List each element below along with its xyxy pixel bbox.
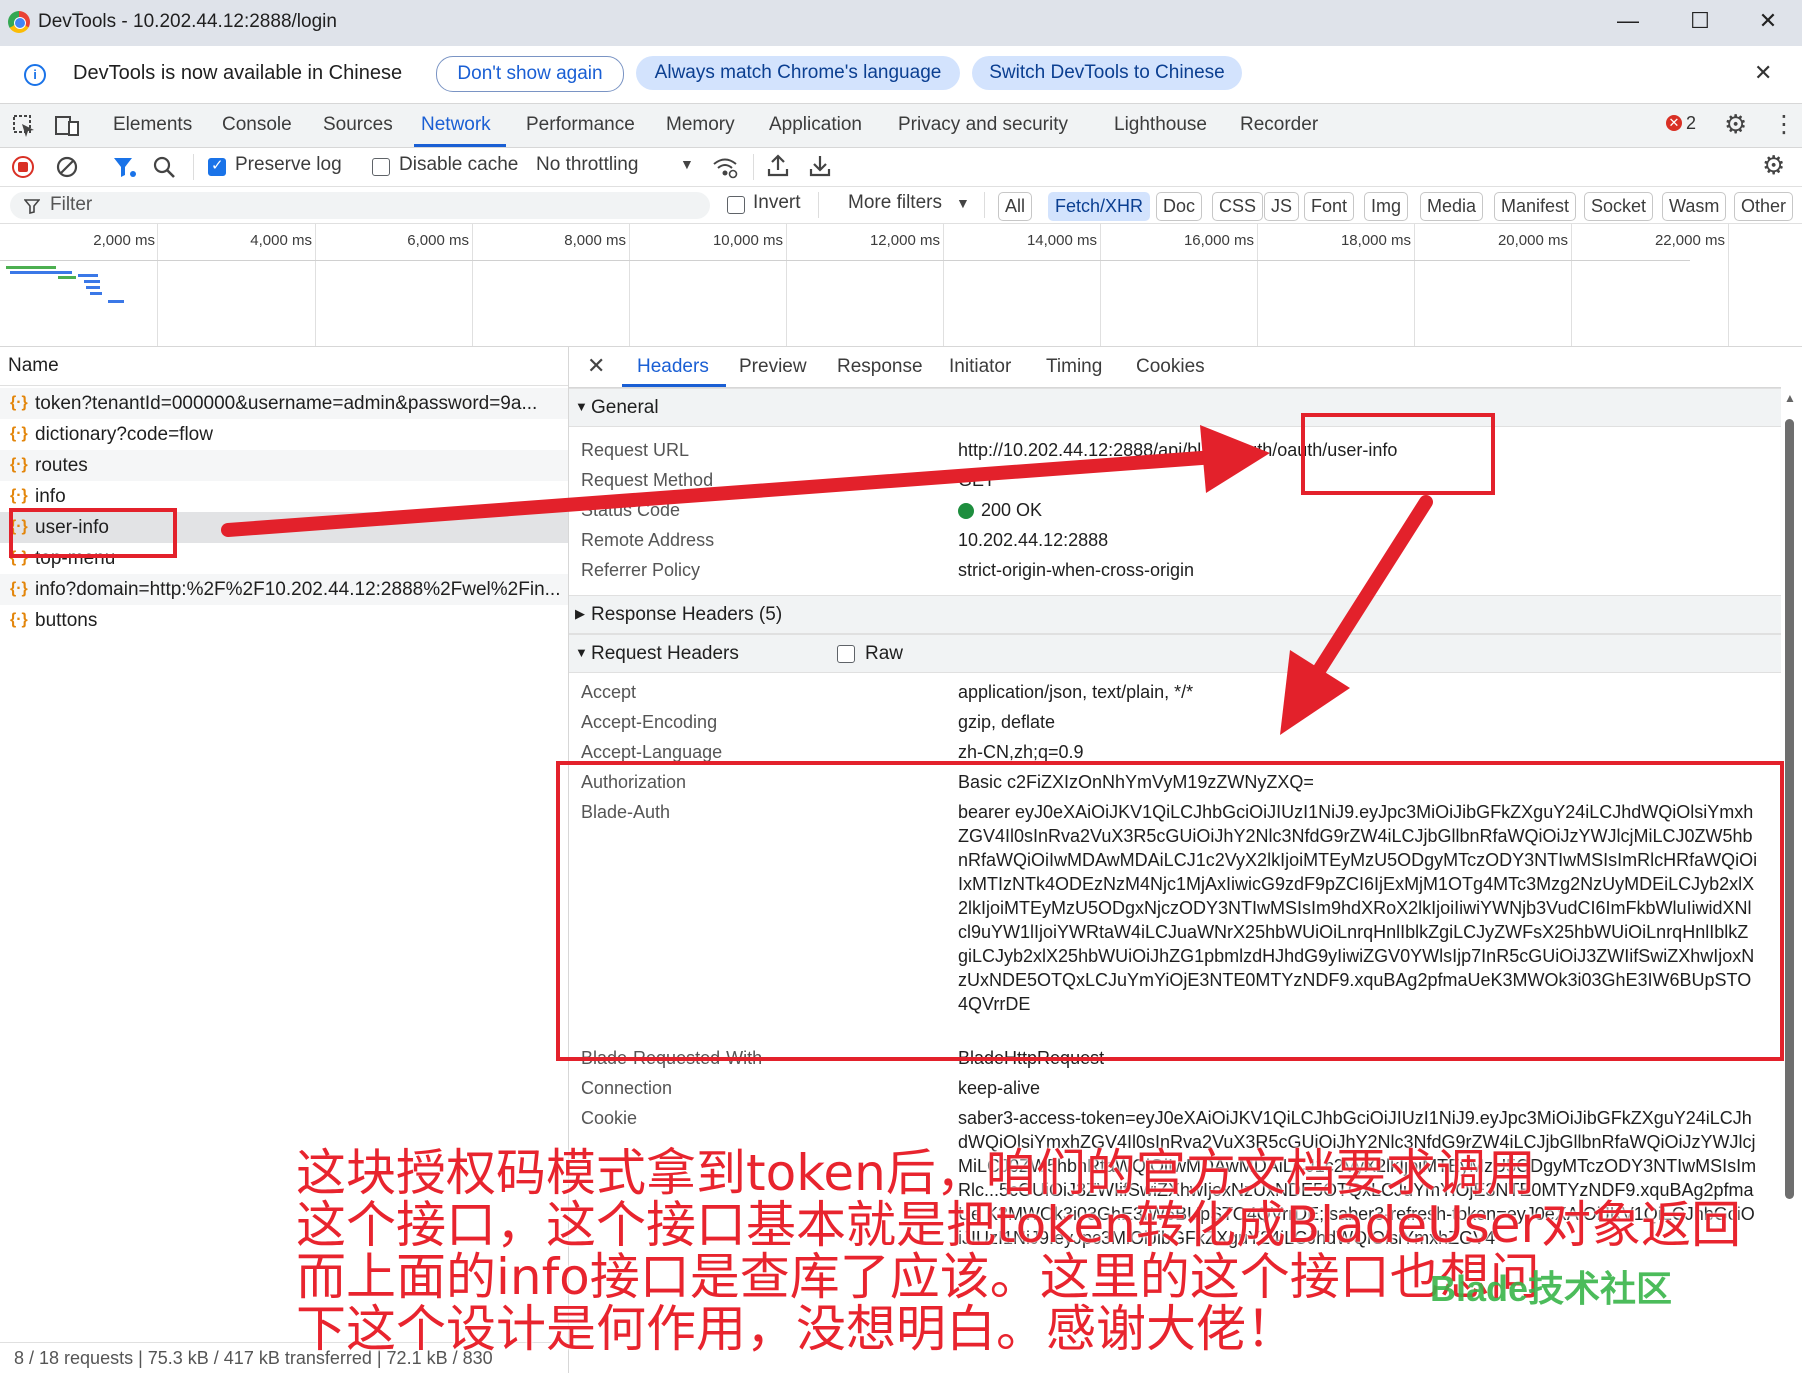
- annotation-note-line-1: 这块授权码模式拿到token后，咱们的官方文档要求调用: [296, 1144, 1536, 1202]
- annotation-note-line-2: 这个接口，这个接口基本就是把token转化成BladeUser对象返回: [296, 1196, 1742, 1254]
- annotation-note-line-3: 而上面的info接口是查库了应该。这里的这个接口也想问: [296, 1248, 1540, 1306]
- annotation-note-line-4: 下这个设计是何作用，没想明白。感谢大佬！: [296, 1300, 1296, 1358]
- watermark: Blade技术社区: [1430, 1268, 1673, 1309]
- arrow-to-auth-headers: [1280, 495, 1433, 735]
- arrow-to-request-url: [221, 425, 1270, 537]
